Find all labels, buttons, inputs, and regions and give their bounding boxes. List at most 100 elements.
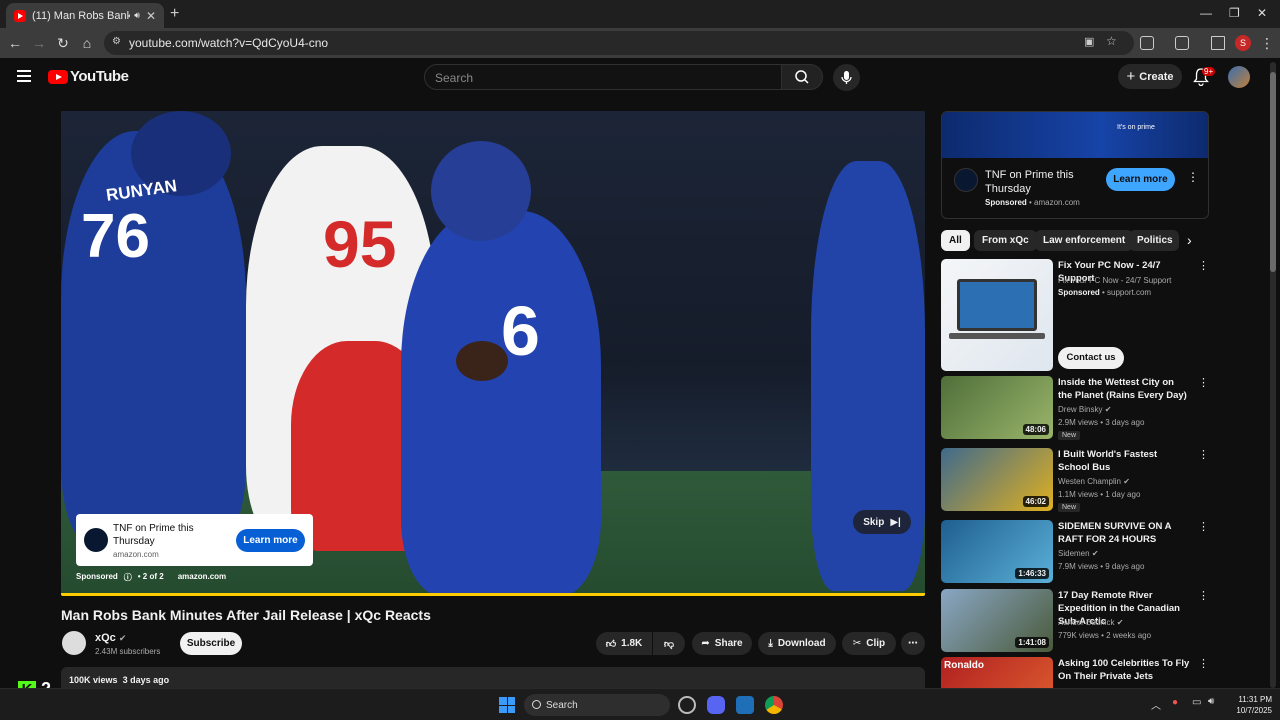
back-icon[interactable]: ←	[7, 35, 23, 51]
channel-name[interactable]: Sidemen ✔︎	[1058, 549, 1099, 558]
microphone-tray-icon[interactable]: ●	[1172, 697, 1178, 708]
info-icon[interactable]: ⓘ	[124, 572, 132, 583]
ad-card-title: TNF on Prime this Thursday	[113, 523, 194, 547]
video-title[interactable]: SIDEMEN SURVIVE ON A RAFT FOR 24 HOURS	[1058, 520, 1190, 546]
home-icon[interactable]: ⌂	[79, 35, 95, 51]
windows-start-icon[interactable]	[499, 697, 515, 713]
microphone-icon	[841, 71, 852, 84]
recommended-video[interactable]: 48:06 Inside the Wettest City on the Plan…	[941, 376, 1213, 440]
skip-ad-button[interactable]: Skip ▶︎|	[853, 510, 911, 534]
reading-list-icon[interactable]	[1211, 36, 1225, 50]
reload-icon[interactable]: ↻	[55, 35, 71, 51]
more-options-icon[interactable]: ⋮	[1198, 657, 1209, 670]
like-button[interactable]: 👍︎ 1.8K	[596, 632, 652, 655]
more-options-icon[interactable]: ⋮	[1198, 376, 1209, 389]
chip-law-enforcement[interactable]: Law enforcement	[1035, 230, 1134, 251]
side-panel-icon[interactable]	[1175, 36, 1189, 50]
install-app-icon[interactable]: ▣	[1084, 35, 1094, 48]
clip-button[interactable]: ✂︎ Clip	[842, 632, 896, 655]
display-tray-icon[interactable]: ▭	[1192, 697, 1201, 708]
recommended-video[interactable]: 1:46:33 SIDEMEN SURVIVE ON A RAFT FOR 24 …	[941, 520, 1213, 583]
ad-domain: amazon.com	[177, 572, 227, 581]
video-duration: 46:02	[1022, 496, 1049, 507]
recommended-video[interactable]: 1:41:08 17 Day Remote River Expedition in…	[941, 589, 1213, 652]
profile-avatar[interactable]: S	[1235, 35, 1251, 51]
taskbar-search[interactable]: Search	[524, 694, 670, 716]
ad-progress-bar[interactable]	[61, 593, 925, 596]
app-icon[interactable]	[736, 696, 754, 714]
browser-tab[interactable]: (11) Man Robs Bank Minute 🔊︎ ✕	[6, 3, 164, 28]
bookmark-star-icon[interactable]: ☆	[1106, 34, 1117, 48]
sidebar-ad-learn-more-button[interactable]: Learn more	[1106, 168, 1175, 191]
ad-learn-more-button[interactable]: Learn more	[236, 529, 305, 552]
chrome-icon[interactable]	[765, 696, 783, 714]
chip-from-channel[interactable]: From xQc	[974, 230, 1037, 251]
search-input[interactable]	[435, 71, 765, 85]
more-options-icon[interactable]: ⋮	[1187, 170, 1199, 184]
youtube-logo[interactable]: YouTube	[48, 68, 129, 85]
restore-icon[interactable]: ❐	[1229, 6, 1240, 20]
chip-all[interactable]: All	[941, 230, 970, 251]
discord-icon[interactable]	[707, 696, 725, 714]
browser-menu-icon[interactable]: ⋮	[1259, 35, 1275, 51]
scrollbar-thumb[interactable]	[1270, 72, 1276, 272]
more-actions-button[interactable]: ⋯	[901, 632, 925, 655]
address-bar[interactable]: ⚙︎ youtube.com/watch?v=QdCyoU4-cno ▣ ☆	[104, 31, 1134, 55]
system-clock[interactable]: 11:31 PM 10/7/2025	[1222, 694, 1272, 716]
subscribe-button[interactable]: Subscribe	[180, 632, 242, 655]
video-player[interactable]: 76 RUNYAN 95 6 TNF on Prime this Thursda…	[61, 111, 925, 596]
more-options-icon[interactable]: ⋮	[1198, 520, 1209, 533]
video-title: Man Robs Bank Minutes After Jail Release…	[61, 607, 431, 623]
search-button[interactable]	[781, 64, 823, 90]
minimize-icon[interactable]: —	[1200, 6, 1212, 20]
dislike-button[interactable]: 👎︎	[653, 632, 685, 655]
voice-search-button[interactable]	[833, 64, 860, 91]
ad-overlay-card[interactable]: TNF on Prime this Thursday amazon.com Le…	[76, 514, 313, 566]
video-thumbnail[interactable]: 46:02	[941, 448, 1053, 511]
channel-name[interactable]: Drew Binsky ✔︎	[1058, 405, 1111, 414]
contact-us-button[interactable]: Contact us	[1058, 347, 1124, 369]
hamburger-menu-icon[interactable]	[17, 70, 31, 82]
video-title[interactable]: I Built World's Fastest School Bus	[1058, 448, 1190, 474]
subscriber-count: 2.43M subscribers	[95, 647, 161, 656]
speaker-icon[interactable]: 🔊︎	[134, 10, 140, 21]
like-count: 1.8K	[621, 638, 643, 649]
close-window-icon[interactable]: ✕	[1257, 6, 1267, 20]
account-avatar[interactable]	[1228, 66, 1250, 88]
share-button[interactable]: ➦ Share	[692, 632, 752, 655]
channel-name[interactable]: Xander Budnick ✔︎	[1058, 618, 1123, 627]
advertiser-logo	[954, 168, 978, 192]
sidebar-ad[interactable]: It's on prime TNF on Prime this Thursday…	[941, 111, 1209, 219]
recommended-video[interactable]: 46:02 I Built World's Fastest School Bus W…	[941, 448, 1213, 512]
video-thumbnail[interactable]: 1:46:33	[941, 520, 1053, 583]
create-label: Create	[1139, 70, 1174, 83]
forward-icon[interactable]: →	[31, 35, 47, 51]
channel-avatar[interactable]	[62, 631, 86, 655]
promoted-item[interactable]: Fix Your PC Now - 24/7 Support Fix Your …	[941, 259, 1213, 371]
new-tab-icon[interactable]: +	[170, 5, 179, 23]
chevron-right-icon[interactable]: ›	[1187, 232, 1192, 248]
promo-subtitle: Fix Your PC Now - 24/7 Support	[1058, 276, 1172, 285]
copilot-icon[interactable]	[678, 696, 696, 714]
channel-name[interactable]: Westen Champlin ✔︎	[1058, 477, 1130, 486]
url-text: youtube.com/watch?v=QdCyoU4-cno	[129, 36, 329, 50]
download-button[interactable]: ⤓ Download	[758, 632, 836, 655]
create-button[interactable]: + Create	[1118, 64, 1182, 89]
more-options-icon[interactable]: ⋮	[1198, 589, 1209, 602]
more-options-icon[interactable]: ⋮	[1198, 448, 1209, 461]
chevron-up-icon[interactable]: ︿	[1151, 697, 1161, 712]
site-info-icon[interactable]: ⚙︎	[112, 36, 121, 47]
channel-name[interactable]: xQc ✔︎	[95, 632, 126, 644]
jersey-number: 6	[501, 292, 540, 370]
video-title[interactable]: Asking 100 Celebrities To Fly On Their P…	[1058, 657, 1190, 683]
more-options-icon[interactable]: ⋮	[1198, 259, 1209, 272]
chip-politics[interactable]: Politics	[1129, 230, 1179, 251]
video-thumbnail[interactable]: 48:06	[941, 376, 1053, 439]
extensions-icon[interactable]	[1140, 36, 1154, 50]
clip-label: Clip	[866, 638, 886, 649]
close-tab-icon[interactable]: ✕	[146, 9, 156, 23]
speaker-tray-icon[interactable]: 🔊︎	[1208, 696, 1214, 707]
youtube-header: YouTube + Create 9+	[0, 58, 1280, 96]
video-thumbnail[interactable]: 1:41:08	[941, 589, 1053, 652]
video-title[interactable]: Inside the Wettest City on the Planet (R…	[1058, 376, 1190, 402]
